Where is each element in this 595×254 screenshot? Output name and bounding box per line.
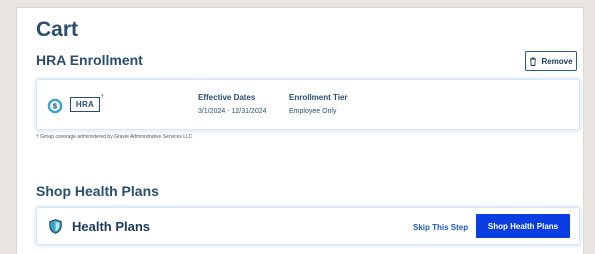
effective-dates-value: 3/1/2024 - 12/31/2024 bbox=[198, 108, 267, 115]
skip-this-step-link[interactable]: Skip This Step bbox=[413, 223, 468, 232]
trash-icon bbox=[530, 57, 537, 66]
enrollment-tier-label: Enrollment Tier bbox=[289, 93, 348, 102]
cart-panel: Cart HRA Enrollment Remove $ HRA † Effec… bbox=[16, 7, 584, 254]
dollar-coin-icon: $ bbox=[47, 98, 63, 114]
effective-dates-label: Effective Dates bbox=[198, 93, 256, 102]
hra-logo-superscript: † bbox=[101, 94, 104, 100]
page-title: Cart bbox=[36, 18, 79, 41]
enrollment-tier-value: Employee Only bbox=[289, 108, 337, 115]
remove-button-label: Remove bbox=[541, 56, 573, 66]
remove-button[interactable]: Remove bbox=[525, 51, 577, 71]
hra-footnote: † Group coverage administered by Gravie … bbox=[36, 134, 193, 140]
svg-text:$: $ bbox=[53, 104, 57, 111]
health-plans-card: Health Plans Skip This Step Shop Health … bbox=[36, 207, 580, 245]
hra-logo: HRA bbox=[70, 97, 100, 112]
shop-health-plans-button[interactable]: Shop Health Plans bbox=[476, 214, 570, 238]
shop-section-title: Shop Health Plans bbox=[36, 183, 159, 199]
health-plans-label: Health Plans bbox=[72, 219, 151, 234]
hra-enrollment-card: $ HRA † Effective Dates 3/1/2024 - 12/31… bbox=[36, 79, 580, 130]
shield-icon bbox=[49, 219, 62, 234]
hra-section-title: HRA Enrollment bbox=[36, 52, 143, 68]
